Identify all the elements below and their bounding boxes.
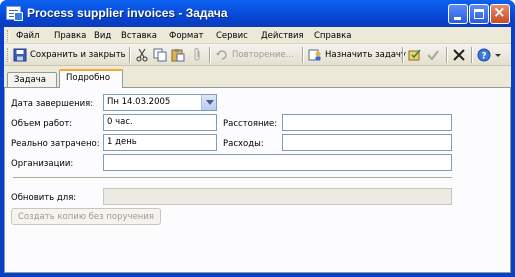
chevron-down-icon[interactable] — [201, 95, 216, 110]
actual-work-label: Реально затрачено: — [11, 139, 100, 149]
menu-help[interactable]: Справка — [314, 31, 351, 41]
completion-date-value: Пн 14.03.2005 — [107, 97, 171, 107]
minimize-icon — [454, 17, 461, 20]
standard-toolbar: Сохранить и закрыть Повторение... Назнач… — [4, 44, 511, 66]
toolbar-separator — [471, 47, 473, 63]
update-list-field — [103, 188, 452, 205]
task-app-icon[interactable] — [6, 6, 23, 21]
cut-button[interactable] — [135, 47, 149, 63]
save-close-button[interactable]: Сохранить и закрыть — [13, 47, 126, 63]
mileage-label: Расстояние: — [223, 119, 278, 129]
minimize-button[interactable] — [448, 4, 468, 24]
mark-complete-icon — [426, 48, 440, 62]
task-window: Process supplier invoices - Задача × Фай… — [0, 0, 515, 277]
copy-button[interactable] — [153, 47, 167, 63]
delete-icon — [452, 48, 466, 62]
recurrence-button[interactable]: Повторение... — [215, 47, 294, 63]
paste-icon — [171, 48, 185, 62]
menu-format[interactable]: Формат — [169, 31, 204, 41]
paperclip-icon — [190, 48, 204, 62]
attach-button[interactable] — [190, 47, 204, 63]
menu-insert[interactable]: Вставка — [121, 31, 157, 41]
total-work-field[interactable]: 0 час. — [103, 114, 217, 131]
close-icon: × — [493, 3, 506, 21]
update-list-label: Обновить для: — [11, 193, 77, 203]
completion-date-combo[interactable]: Пн 14.03.2005 — [103, 94, 217, 111]
window-client-area: Файл Правка Вид Вставка Формат Сервис Де… — [4, 27, 511, 273]
help-icon: ? — [477, 48, 491, 62]
task-status-button[interactable] — [408, 47, 422, 63]
mark-complete-button[interactable] — [426, 47, 440, 63]
menu-view[interactable]: Вид — [94, 31, 111, 41]
tab-strip: Задача Подробно — [4, 69, 511, 88]
window-title: Process supplier invoices - Задача — [27, 6, 228, 20]
billing-label: Расходы: — [223, 139, 264, 149]
completion-date-label: Дата завершения: — [11, 99, 94, 109]
companies-field[interactable] — [103, 154, 452, 171]
details-panel: Дата завершения: Пн 14.03.2005 Объем раб… — [4, 87, 511, 273]
actual-work-field[interactable]: 1 день — [103, 134, 217, 151]
chevron-down-icon — [494, 48, 502, 62]
menu-tools[interactable]: Сервис — [216, 31, 248, 41]
maximize-icon — [474, 9, 484, 19]
svg-text:?: ? — [481, 52, 486, 62]
tab-details[interactable]: Подробно — [59, 69, 123, 88]
close-button[interactable]: × — [490, 3, 510, 24]
total-work-label: Объем работ: — [11, 119, 73, 129]
assign-task-icon — [308, 48, 322, 62]
cut-icon — [135, 48, 149, 62]
toolbar-separator — [209, 47, 211, 63]
toolbar-separator — [402, 47, 404, 63]
recurrence-label: Повторение... — [232, 50, 294, 60]
window-frame-right — [511, 27, 515, 277]
toolbar-grip[interactable] — [7, 48, 10, 62]
menu-file[interactable]: Файл — [16, 31, 39, 41]
billing-field[interactable] — [282, 134, 452, 151]
tab-task[interactable]: Задача — [7, 72, 57, 87]
mileage-field[interactable] — [282, 114, 452, 131]
menu-edit[interactable]: Правка — [54, 31, 86, 41]
maximize-button[interactable] — [469, 4, 489, 24]
delete-button[interactable] — [452, 47, 466, 63]
toolbar-separator — [129, 47, 131, 63]
menu-bar: Файл Правка Вид Вставка Формат Сервис Де… — [4, 27, 511, 44]
companies-label: Организации: — [11, 159, 74, 169]
assign-task-label: Назначить задачу — [325, 50, 406, 60]
section-divider — [13, 177, 452, 179]
help-button[interactable]: ? — [477, 47, 491, 63]
task-status-icon — [408, 48, 422, 62]
recurrence-icon — [215, 48, 229, 62]
toolbar-separator — [446, 47, 448, 63]
toolbar-separator — [302, 47, 304, 63]
save-icon — [13, 48, 27, 62]
save-close-label: Сохранить и закрыть — [30, 50, 126, 60]
paste-button[interactable] — [171, 47, 185, 63]
menu-actions[interactable]: Действия — [261, 31, 304, 41]
assign-task-button[interactable]: Назначить задачу — [308, 47, 406, 63]
window-frame-bottom — [0, 273, 515, 277]
title-bar[interactable]: Process supplier invoices - Задача × — [0, 0, 515, 27]
menu-grip[interactable] — [7, 30, 10, 42]
toolbar-options-button[interactable] — [494, 47, 502, 63]
create-unassigned-copy-button[interactable]: Создать копию без поручения — [11, 208, 161, 225]
copy-icon — [153, 48, 167, 62]
